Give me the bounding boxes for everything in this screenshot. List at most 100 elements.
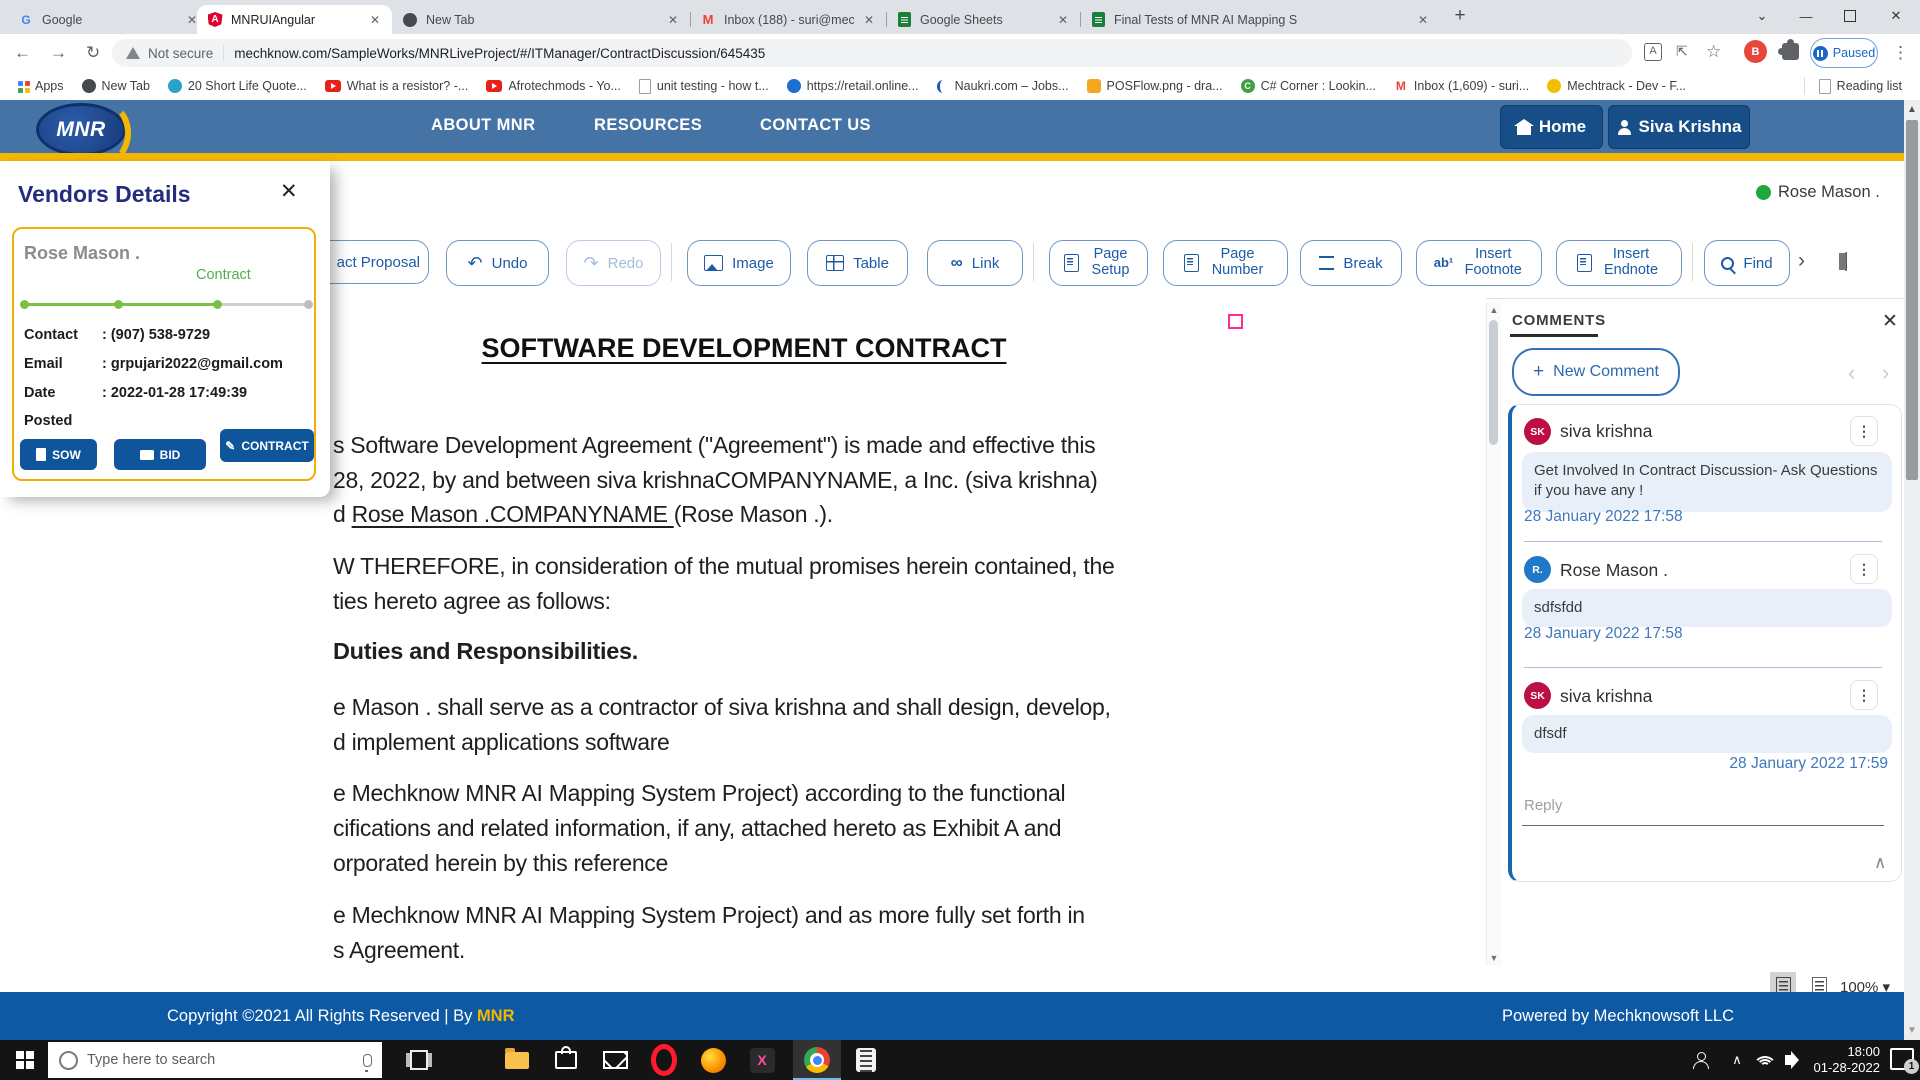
comment-anchor-marker[interactable]	[1228, 314, 1243, 329]
break-button[interactable]: Break	[1300, 240, 1402, 286]
bookmark-new-tab[interactable]: New Tab	[82, 79, 150, 93]
image-button[interactable]: Image	[687, 240, 791, 286]
comments-next-icon[interactable]: ›	[1882, 360, 1889, 386]
design-app-button[interactable]: X	[749, 1047, 775, 1073]
bookmark-naukri[interactable]: Naukri.com – Jobs...	[937, 79, 1069, 93]
taskbar-search-input[interactable]: Type here to search	[48, 1042, 382, 1078]
bookmark-unit-testing[interactable]: unit testing - how t...	[639, 79, 769, 94]
page-setup-button[interactable]: Page Setup	[1049, 240, 1148, 286]
tab-mnruiangular[interactable]: A MNRUIAngular ✕	[197, 5, 392, 34]
volume-tray-button[interactable]	[1780, 1047, 1806, 1073]
window-scrollbar-thumb[interactable]	[1906, 120, 1918, 480]
window-minimize-button[interactable]: —	[1784, 0, 1828, 32]
footer-brand-link[interactable]: MNR	[477, 1007, 515, 1025]
table-button[interactable]: Table	[807, 240, 908, 286]
tab-new-tab[interactable]: New Tab ✕	[392, 5, 690, 34]
store-button[interactable]	[553, 1047, 579, 1073]
bookmark-mechtrack[interactable]: Mechtrack - Dev - F...	[1547, 79, 1686, 93]
new-comment-button[interactable]: + New Comment	[1512, 348, 1680, 396]
collapse-thread-icon[interactable]: ∧	[1874, 853, 1886, 873]
find-button[interactable]: Find	[1704, 240, 1790, 286]
new-tab-button[interactable]: +	[1438, 0, 1482, 32]
extensions-puzzle-icon[interactable]	[1782, 43, 1799, 60]
tab-close-icon[interactable]: ✕	[1416, 13, 1430, 27]
sync-paused-button[interactable]: Paused	[1810, 38, 1878, 68]
tab-close-icon[interactable]: ✕	[1056, 13, 1070, 27]
scroll-down-icon[interactable]: ▼	[1487, 953, 1501, 963]
reload-icon[interactable]: ↻	[86, 43, 100, 63]
chrome-taskbar-button[interactable]	[804, 1047, 830, 1073]
bookmark-resistor-video[interactable]: What is a resistor? -...	[325, 79, 469, 93]
adblock-extension-icon[interactable]: B	[1744, 40, 1767, 63]
insert-endnote-button[interactable]: Insert Endnote	[1556, 240, 1682, 286]
back-icon[interactable]: ←	[14, 43, 31, 63]
sow-button[interactable]: SOW	[20, 439, 97, 470]
mail-button[interactable]	[602, 1047, 628, 1073]
tab-final-tests[interactable]: Final Tests of MNR AI Mapping S ✕	[1080, 5, 1440, 34]
link-button[interactable]: ∞ Link	[927, 240, 1023, 286]
window-scroll-down-icon[interactable]: ▼	[1904, 1025, 1920, 1036]
tab-inbox[interactable]: M Inbox (188) - suri@mechknowsof ✕	[690, 5, 886, 34]
forward-icon[interactable]: →	[50, 43, 67, 63]
network-tray-button[interactable]	[1752, 1047, 1778, 1073]
comment-menu-icon[interactable]: ⋮	[1850, 554, 1878, 584]
translate-icon[interactable]: A	[1644, 43, 1662, 61]
bookmark-apps[interactable]: Apps	[18, 79, 64, 93]
bookmark-csharp-corner[interactable]: CC# Corner : Lookin...	[1241, 79, 1376, 93]
reply-input[interactable]: Reply	[1524, 797, 1562, 814]
home-button[interactable]: Home	[1500, 105, 1603, 149]
window-close-button[interactable]: ✕	[1874, 0, 1918, 32]
tab-close-icon[interactable]: ✕	[666, 13, 680, 27]
calculator-button[interactable]	[853, 1047, 879, 1073]
comments-prev-icon[interactable]: ‹	[1848, 360, 1855, 386]
firefox-button[interactable]	[700, 1047, 726, 1073]
contract-button[interactable]: ✎CONTRACT	[220, 429, 314, 462]
tab-close-icon[interactable]: ✕	[368, 13, 382, 27]
bookmark-retail-online[interactable]: https://retail.online...	[787, 79, 919, 93]
mnr-logo[interactable]: MNR	[36, 103, 126, 156]
side-panel-toggle-icon[interactable]	[1845, 252, 1847, 271]
comment-menu-icon[interactable]: ⋮	[1850, 416, 1878, 446]
start-button[interactable]	[16, 1051, 24, 1059]
bid-button[interactable]: BID	[114, 439, 206, 470]
insert-footnote-button[interactable]: ab¹ Insert Footnote	[1416, 240, 1542, 286]
scroll-up-icon[interactable]: ▲	[1487, 305, 1501, 315]
document-scrollbar[interactable]: ▲ ▼	[1486, 302, 1501, 966]
browser-menu-icon[interactable]: ⋮	[1892, 43, 1909, 63]
file-explorer-button[interactable]	[504, 1047, 530, 1073]
bookmark-afrotechmods[interactable]: Afrotechmods - Yo...	[486, 79, 621, 93]
tab-close-icon[interactable]: ✕	[862, 13, 876, 27]
bookmark-quotes[interactable]: 20 Short Life Quote...	[168, 79, 307, 93]
undo-button[interactable]: ↶ Undo	[446, 240, 549, 286]
nav-link-contact-us[interactable]: CONTACT US	[760, 116, 871, 135]
tab-google[interactable]: G Google ✕	[8, 5, 209, 34]
reading-list-button[interactable]: Reading list	[1819, 79, 1902, 94]
window-dropdown-icon[interactable]: ⌄	[1740, 0, 1784, 32]
taskbar-clock[interactable]: 18:00 01-28-2022	[1814, 1044, 1881, 1077]
document-scrollbar-thumb[interactable]	[1489, 320, 1498, 445]
page-number-button[interactable]: Page Number	[1163, 240, 1288, 286]
tab-google-sheets[interactable]: Google Sheets ✕	[886, 5, 1080, 34]
tray-expand-button[interactable]: ∧	[1724, 1047, 1750, 1073]
nav-link-about-mnr[interactable]: ABOUT MNR	[431, 116, 535, 135]
comment-menu-icon[interactable]: ⋮	[1850, 680, 1878, 710]
user-button[interactable]: Siva Krishna	[1608, 105, 1750, 149]
task-view-button[interactable]	[406, 1047, 432, 1073]
people-tray-button[interactable]	[1688, 1047, 1714, 1073]
bookmark-inbox[interactable]: MInbox (1,609) - suri...	[1394, 79, 1529, 93]
url-omnibox[interactable]: Not secure mechknow.com/SampleWorks/MNRL…	[112, 39, 1632, 67]
microphone-icon[interactable]	[363, 1054, 372, 1067]
popup-close-icon[interactable]: ✕	[280, 179, 298, 204]
opera-button[interactable]	[651, 1047, 677, 1073]
toolbar-overflow-chevron-icon[interactable]: ›	[1798, 249, 1805, 273]
edge-taskbar-button[interactable]	[455, 1047, 481, 1073]
window-scrollbar[interactable]: ▲ ▼	[1904, 100, 1920, 1040]
redo-button[interactable]: ↷ Redo	[566, 240, 661, 286]
nav-link-resources[interactable]: RESOURCES	[594, 116, 702, 135]
bookmark-posflow[interactable]: POSFlow.png - dra...	[1087, 79, 1223, 93]
bookmark-star-icon[interactable]: ☆	[1706, 42, 1721, 62]
window-scroll-up-icon[interactable]: ▲	[1904, 104, 1920, 115]
comments-close-icon[interactable]: ✕	[1882, 310, 1898, 333]
window-restore-button[interactable]	[1828, 0, 1872, 32]
action-center-button[interactable]: 1	[1890, 1048, 1914, 1070]
